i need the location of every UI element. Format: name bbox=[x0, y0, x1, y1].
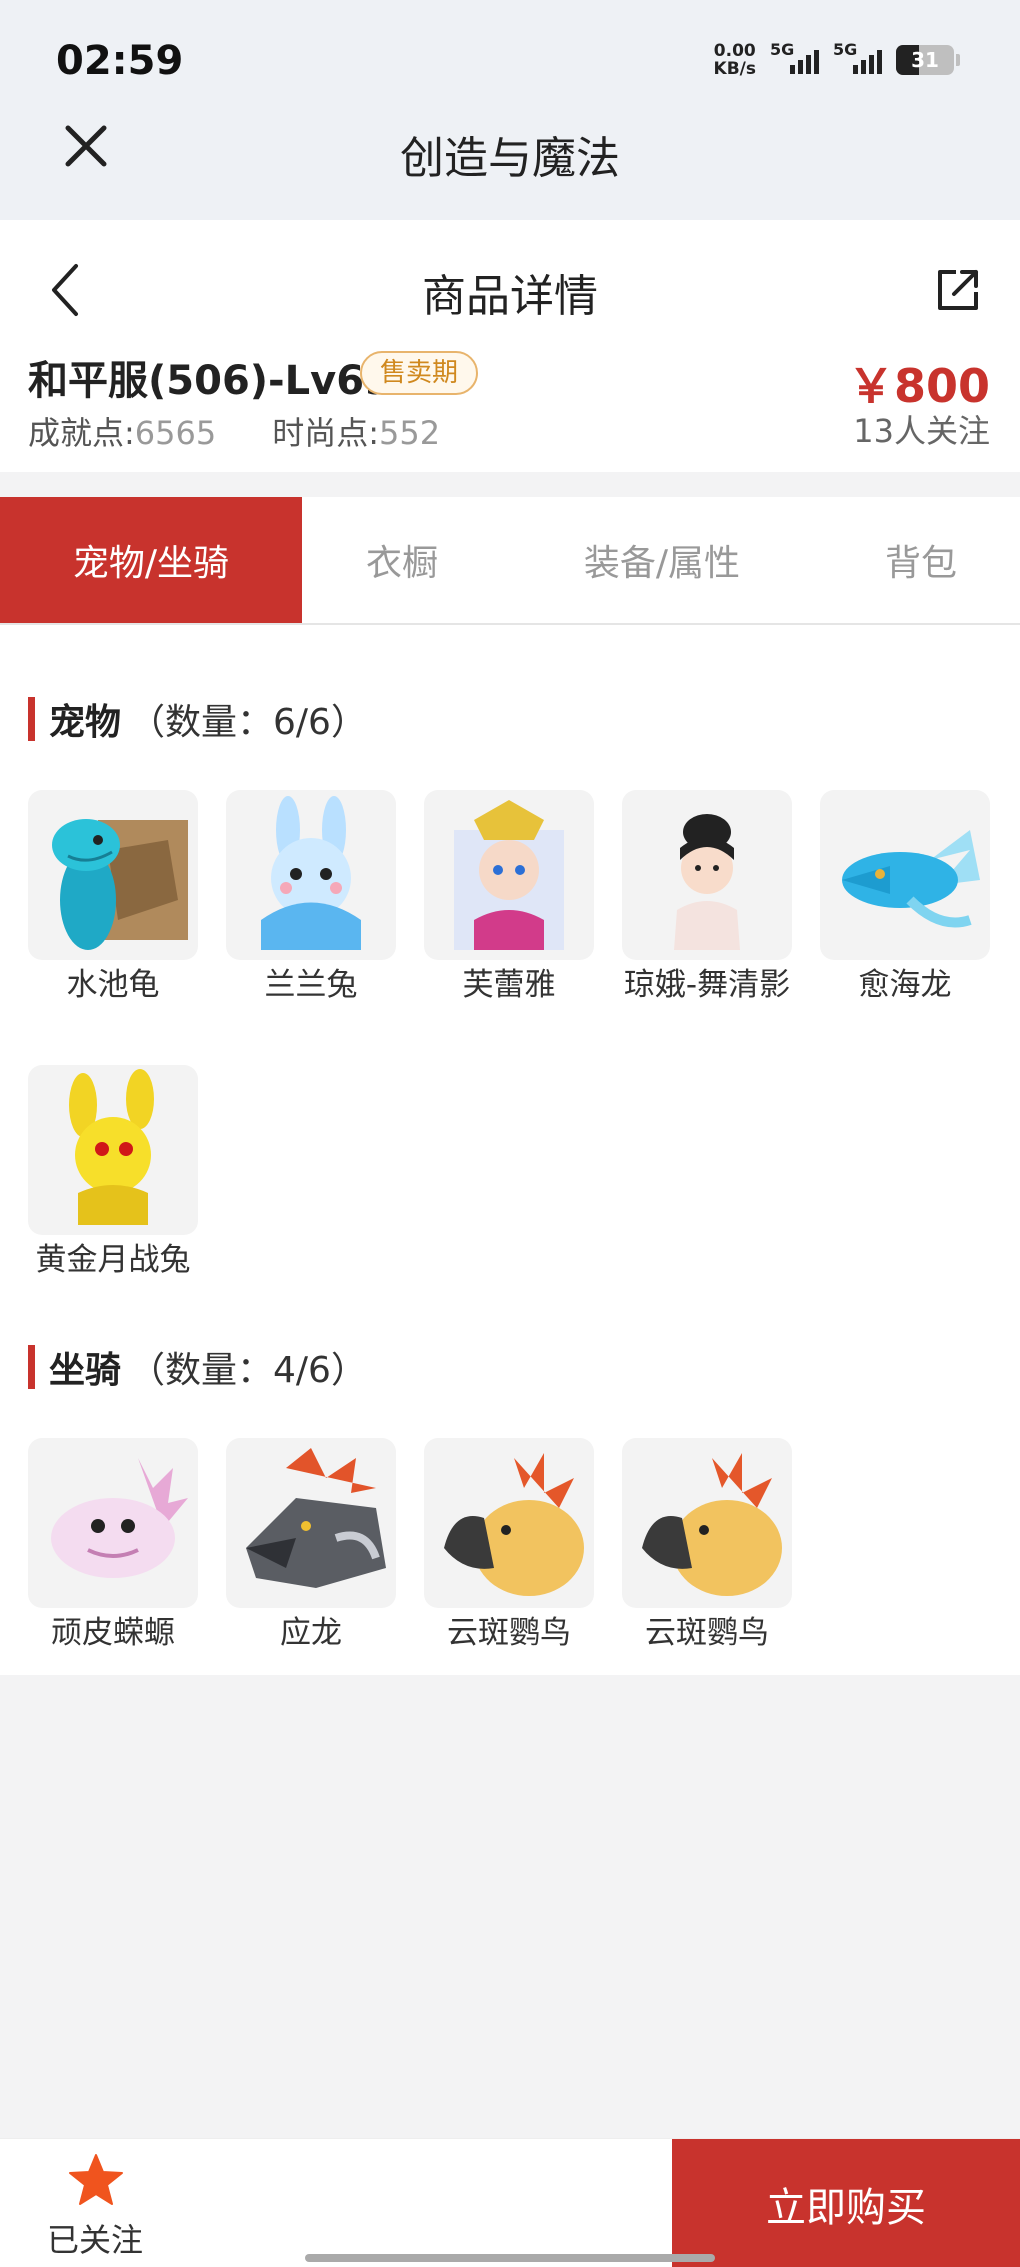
pet-chang-e-image bbox=[622, 790, 792, 960]
pet-item[interactable]: 芙蕾雅 bbox=[424, 790, 594, 1004]
achievement-label: 成就点: bbox=[28, 414, 135, 452]
follower-count: 13人关注 bbox=[853, 412, 990, 450]
star-icon bbox=[69, 2154, 123, 2205]
mount-item[interactable]: 云斑鹦鸟 bbox=[424, 1438, 594, 1652]
tab-pets-mounts[interactable]: 宠物/坐骑 bbox=[0, 497, 302, 623]
pet-item[interactable]: 兰兰兔 bbox=[226, 790, 396, 1004]
mount-salamander-image bbox=[28, 1438, 198, 1608]
page-title: 商品详情 bbox=[422, 271, 598, 322]
tab-wardrobe[interactable]: 衣橱 bbox=[302, 497, 502, 623]
pets-count: （数量：6/6） bbox=[129, 702, 367, 743]
pet-turtle-image bbox=[28, 790, 198, 960]
mount-name: 应龙 bbox=[280, 1615, 342, 1651]
pet-freya-image bbox=[424, 790, 594, 960]
tab-equipment[interactable]: 装备/属性 bbox=[502, 497, 822, 623]
pet-item[interactable]: 琼娥-舞清影 bbox=[622, 790, 792, 1004]
mount-name: 顽皮蝾螈 bbox=[51, 1615, 175, 1651]
pet-item[interactable]: 黄金月战兔 bbox=[28, 1065, 198, 1279]
battery-icon: 31 bbox=[896, 45, 954, 75]
fashion-value: 552 bbox=[379, 414, 441, 452]
mount-bird-image bbox=[622, 1438, 792, 1608]
net-speed: 0.00 KB/s bbox=[714, 42, 756, 78]
sim1-label: 5G bbox=[770, 40, 795, 59]
mount-dragon-image bbox=[226, 1438, 396, 1608]
pet-name: 黄金月战兔 bbox=[35, 1242, 191, 1278]
mounts-section-title: 坐骑 （数量：4/6） bbox=[28, 1345, 367, 1391]
follow-button[interactable]: 已关注 bbox=[0, 2139, 190, 2267]
pet-golden-rabbit-image bbox=[28, 1065, 198, 1235]
fashion-points: 时尚点:552 bbox=[272, 408, 440, 454]
tab-backpack[interactable]: 背包 bbox=[822, 497, 1020, 623]
pet-name: 芙蕾雅 bbox=[462, 967, 556, 1003]
share-icon[interactable] bbox=[932, 264, 984, 316]
buy-now-button[interactable]: 立即购买 bbox=[672, 2139, 1020, 2267]
mount-name: 云斑鹦鸟 bbox=[447, 1615, 571, 1651]
mount-item[interactable]: 顽皮蝾螈 bbox=[28, 1438, 198, 1652]
pets-mounts-panel: 宠物 （数量：6/6） 水池龟 兰兰兔 芙蕾雅 琼娥-舞清影 愈海龙 黄金月战兔… bbox=[0, 625, 1020, 1675]
product-header: 商品详情 和平服(506)-Lv69 售卖期 成就点:6565 时尚点:552 … bbox=[0, 220, 1020, 472]
achievement-value: 6565 bbox=[134, 414, 217, 452]
pet-name: 水池龟 bbox=[66, 967, 160, 1003]
tab-bar: 宠物/坐骑 衣橱 装备/属性 背包 bbox=[0, 497, 1020, 625]
follow-label: 已关注 bbox=[46, 2221, 143, 2259]
pet-item[interactable]: 水池龟 bbox=[28, 790, 198, 1004]
home-indicator[interactable] bbox=[305, 2254, 715, 2262]
signal-icon: 5G bbox=[833, 40, 882, 74]
achievement-points: 成就点:6565 bbox=[28, 408, 216, 454]
mounts-label: 坐骑 bbox=[49, 1350, 122, 1391]
mounts-count: （数量：4/6） bbox=[129, 1350, 367, 1391]
pet-item[interactable]: 愈海龙 bbox=[820, 790, 990, 1004]
bottom-action-bar: 已关注 立即购买 bbox=[0, 2138, 1020, 2267]
stats-row: 成就点:6565 时尚点:552 bbox=[28, 408, 440, 454]
battery-level: 31 bbox=[911, 48, 939, 72]
fashion-label: 时尚点: bbox=[272, 414, 380, 452]
mount-item[interactable]: 云斑鹦鸟 bbox=[622, 1438, 792, 1652]
server-name: 和平服(506)-Lv69 bbox=[28, 358, 392, 404]
mount-item[interactable]: 应龙 bbox=[226, 1438, 396, 1652]
status-time: 02:59 bbox=[56, 38, 184, 84]
pets-label: 宠物 bbox=[49, 702, 122, 743]
signal-icon: 5G bbox=[770, 40, 819, 74]
status-icons: 0.00 KB/s 5G 5G 31 bbox=[714, 40, 960, 78]
pet-sea-dragon-image bbox=[820, 790, 990, 960]
pet-name: 琼娥-舞清影 bbox=[623, 967, 791, 1003]
status-badge: 售卖期 bbox=[360, 351, 479, 395]
net-speed-value: 0.00 bbox=[713, 41, 756, 61]
mount-bird-image bbox=[424, 1438, 594, 1608]
pets-section-title: 宠物 （数量：6/6） bbox=[28, 697, 367, 743]
top-header bbox=[0, 0, 1020, 220]
pet-rabbit-image bbox=[226, 790, 396, 960]
mount-name: 云斑鹦鸟 bbox=[645, 1615, 769, 1651]
sim2-label: 5G bbox=[833, 40, 858, 59]
app-title: 创造与魔法 bbox=[400, 133, 620, 184]
net-speed-unit: KB/s bbox=[713, 59, 756, 79]
pet-name: 愈海龙 bbox=[858, 967, 952, 1003]
pet-name: 兰兰兔 bbox=[264, 967, 358, 1003]
